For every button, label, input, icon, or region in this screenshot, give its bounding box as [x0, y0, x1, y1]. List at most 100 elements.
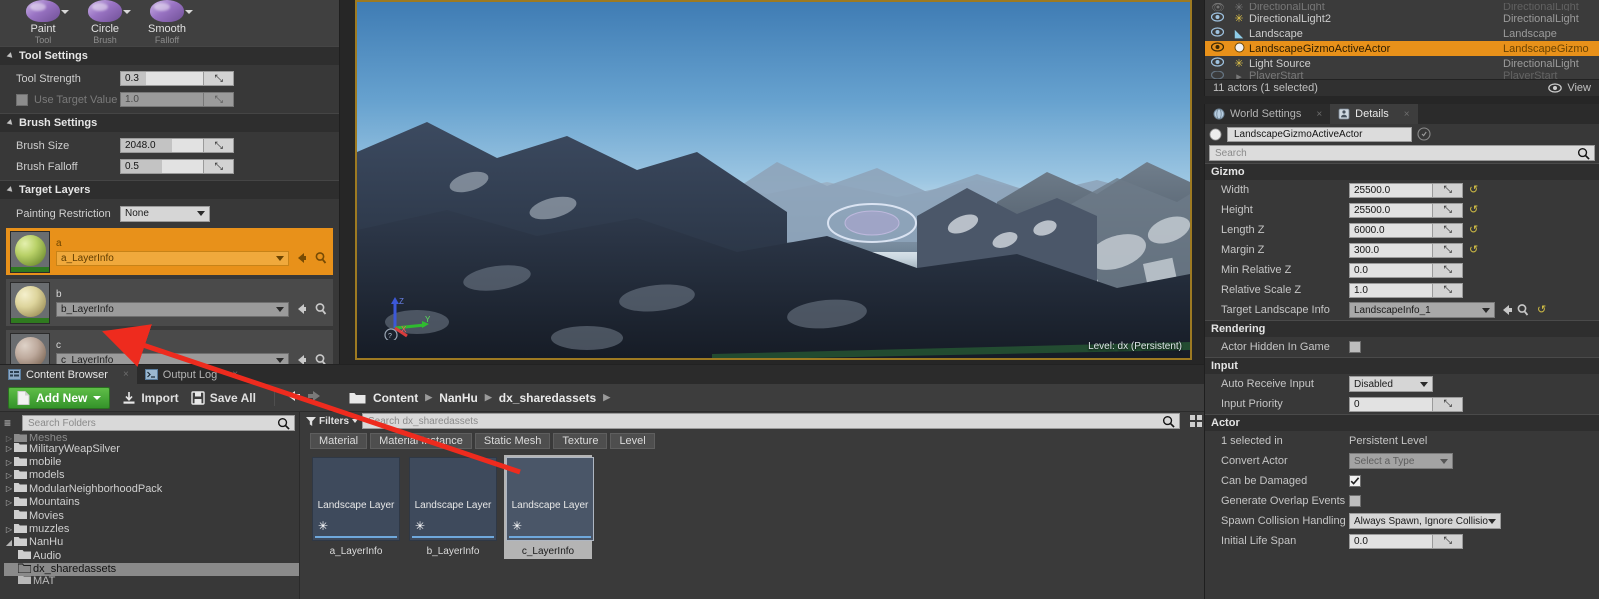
visibility-eye-icon[interactable]: [1211, 12, 1229, 25]
visibility-eye-icon[interactable]: 👁: [1211, 3, 1229, 11]
breadcrumb-separator-icon[interactable]: ▶: [485, 392, 492, 403]
height-input[interactable]: 25500.0: [1349, 203, 1433, 218]
browse-back-icon[interactable]: [293, 250, 309, 266]
visibility-eye-icon[interactable]: [1211, 57, 1229, 70]
min-relative-z-input[interactable]: 0.0: [1349, 263, 1433, 278]
relative-scale-z-stepper[interactable]: [1433, 283, 1463, 298]
use-selected-asset-icon[interactable]: [1499, 302, 1515, 318]
paint-tool-button[interactable]: Paint Tool: [12, 0, 74, 46]
target-landscape-info-dropdown[interactable]: LandscapeInfo_1: [1349, 302, 1495, 318]
brush-settings-section-header[interactable]: Brush Settings: [0, 113, 339, 132]
filters-button[interactable]: Filters: [306, 416, 358, 427]
folder-row-militaryweapsilver[interactable]: ▷ MilitaryWeapSilver: [4, 442, 299, 455]
chip-material[interactable]: Material: [310, 433, 367, 449]
smooth-falloff-button[interactable]: Smooth Falloff: [136, 0, 198, 46]
convert-actor-dropdown[interactable]: Select a Type: [1349, 453, 1453, 469]
chevron-down-icon[interactable]: [185, 10, 193, 14]
expand-triangle-icon[interactable]: ▷: [4, 434, 14, 442]
relative-scale-z-input[interactable]: 1.0: [1349, 283, 1433, 298]
tool-strength-stepper[interactable]: [204, 71, 234, 86]
margin-z-input[interactable]: 300.0: [1349, 243, 1433, 258]
breadcrumb-item-dx-sharedassets[interactable]: dx_sharedassets: [499, 391, 596, 405]
height-stepper[interactable]: [1433, 203, 1463, 218]
asset-tile-c-layerinfo[interactable]: Landscape Layer ✳ c_LayerInfo: [504, 455, 592, 559]
chip-material-instance[interactable]: Material Instance: [370, 433, 472, 449]
tab-world-settings[interactable]: World Settings ×: [1205, 104, 1330, 124]
chip-static-mesh[interactable]: Static Mesh: [475, 433, 550, 449]
margin-z-stepper[interactable]: [1433, 243, 1463, 258]
import-button[interactable]: Import: [122, 391, 178, 405]
breadcrumb-item-content[interactable]: Content: [373, 391, 418, 405]
folder-row-mountains[interactable]: ▷ Mountains: [4, 496, 299, 509]
close-icon[interactable]: ×: [232, 369, 238, 380]
tool-strength-input[interactable]: 0.3: [120, 71, 204, 86]
tab-content-browser[interactable]: Content Browser ×: [0, 365, 137, 384]
folder-row-mat[interactable]: MAT: [4, 576, 299, 586]
spawn-collision-handling-dropdown[interactable]: Always Spawn, Ignore Collisions: [1349, 513, 1501, 529]
reset-to-default-icon[interactable]: ↺: [1469, 184, 1483, 196]
search-folders-input[interactable]: Search Folders: [22, 415, 295, 431]
width-input[interactable]: 25500.0: [1349, 183, 1433, 198]
breadcrumb-separator-icon[interactable]: ▶: [425, 392, 432, 403]
add-new-button[interactable]: Add New: [8, 387, 110, 409]
layer-info-dropdown[interactable]: b_LayerInfo: [56, 302, 289, 317]
input-priority-stepper[interactable]: [1433, 397, 1463, 412]
tab-details[interactable]: Details ×: [1330, 104, 1417, 124]
close-icon[interactable]: ×: [1404, 109, 1410, 120]
can-be-damaged-checkbox[interactable]: [1349, 475, 1361, 487]
browse-to-asset-icon[interactable]: [313, 301, 329, 317]
navigate-forward-button[interactable]: [305, 389, 323, 406]
details-section-gizmo[interactable]: Gizmo: [1205, 163, 1599, 180]
asset-search-input[interactable]: Search dx_sharedassets: [362, 413, 1180, 429]
folder-row-meshes[interactable]: ▷ Meshes: [4, 434, 299, 442]
collapse-triangle-icon[interactable]: ◢: [4, 538, 14, 547]
brush-size-input[interactable]: 2048.0: [120, 138, 204, 153]
expand-triangle-icon[interactable]: ▷: [4, 525, 14, 534]
target-layer-item-b[interactable]: b b_LayerInfo: [6, 279, 333, 326]
visibility-eye-icon[interactable]: [1211, 27, 1229, 40]
folder-row-audio[interactable]: Audio: [4, 549, 299, 562]
chip-level[interactable]: Level: [610, 433, 654, 449]
chevron-down-icon[interactable]: [123, 10, 131, 14]
asset-thumbnail[interactable]: Landscape Layer ✳: [409, 457, 497, 541]
target-layers-section-header[interactable]: Target Layers: [0, 180, 339, 199]
folder-row-mobile[interactable]: ▷ mobile: [4, 455, 299, 468]
layer-thumbnail[interactable]: [10, 282, 50, 324]
details-search-input[interactable]: Search: [1209, 145, 1595, 161]
reset-to-default-icon[interactable]: ↺: [1469, 244, 1483, 256]
close-icon[interactable]: ×: [123, 369, 129, 380]
folder-row-nanhu[interactable]: ◢ NanHu: [4, 536, 299, 549]
outliner-row-landscape[interactable]: ◣ Landscape Landscape: [1205, 26, 1599, 41]
details-section-rendering[interactable]: Rendering: [1205, 320, 1599, 337]
tab-output-log[interactable]: Output Log ×: [137, 365, 246, 384]
browse-to-asset-icon[interactable]: [313, 250, 329, 266]
folder-row-movies[interactable]: Movies: [4, 509, 299, 522]
expand-triangle-icon[interactable]: ▷: [4, 471, 14, 480]
folder-row-muzzles[interactable]: ▷ muzzles: [4, 522, 299, 535]
outliner-row-light-source[interactable]: ✳ Light Source DirectionalLight: [1205, 56, 1599, 71]
chevron-down-icon[interactable]: [61, 10, 69, 14]
initial-life-span-stepper[interactable]: [1433, 534, 1463, 549]
expand-triangle-icon[interactable]: ▷: [4, 444, 14, 453]
filter-list-icon[interactable]: ≡: [4, 416, 22, 430]
asset-tile-b-layerinfo[interactable]: Landscape Layer ✳ b_LayerInfo: [409, 457, 497, 557]
brush-falloff-input[interactable]: 0.5: [120, 159, 204, 174]
painting-restriction-dropdown[interactable]: None: [120, 206, 210, 222]
layer-thumbnail[interactable]: [10, 231, 50, 273]
asset-thumbnail[interactable]: Landscape Layer ✳: [506, 457, 594, 541]
visibility-eye-icon[interactable]: [1211, 42, 1229, 55]
breadcrumb-item-nanhu[interactable]: NanHu: [439, 391, 478, 405]
generate-overlap-events-checkbox[interactable]: [1349, 495, 1361, 507]
actor-name-field[interactable]: LandscapeGizmoActiveActor: [1227, 127, 1412, 142]
asset-view-options-icon[interactable]: [1188, 415, 1204, 427]
brush-size-stepper[interactable]: [204, 138, 234, 153]
width-stepper[interactable]: [1433, 183, 1463, 198]
input-priority-input[interactable]: 0: [1349, 397, 1433, 412]
browse-back-icon[interactable]: [293, 301, 309, 317]
outliner-row-landscapegizmoactiveactor[interactable]: LandscapeGizmoActiveActor LandscapeGizmo: [1205, 41, 1599, 56]
tool-settings-section-header[interactable]: Tool Settings: [0, 46, 339, 65]
expand-triangle-icon[interactable]: ▷: [4, 498, 14, 507]
use-target-value-checkbox[interactable]: [16, 94, 28, 106]
min-relative-z-stepper[interactable]: [1433, 263, 1463, 278]
brush-falloff-stepper[interactable]: [204, 159, 234, 174]
